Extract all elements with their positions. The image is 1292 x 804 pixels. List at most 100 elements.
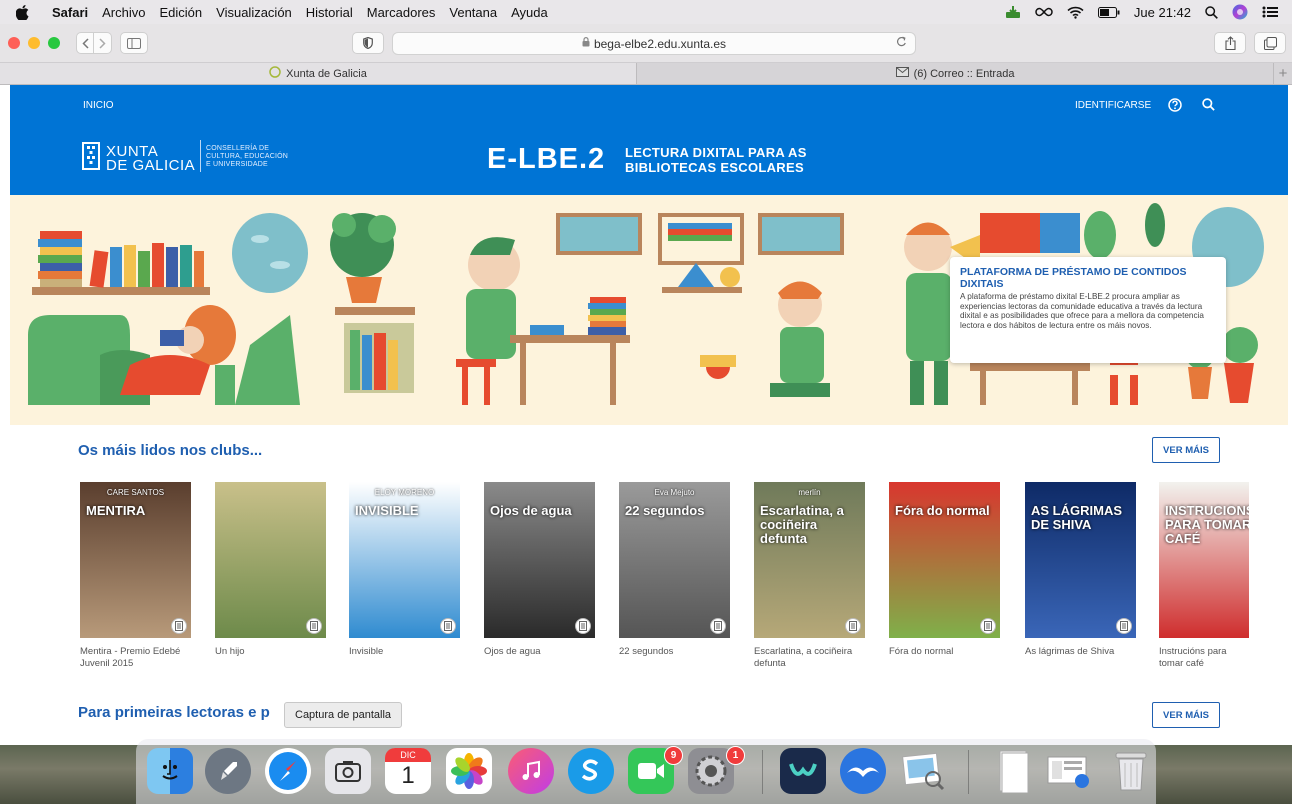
tab-label: (6) Correo :: Entrada — [913, 67, 1015, 80]
spotlight-icon[interactable] — [1205, 5, 1218, 19]
book-card[interactable]: Fóra do normal Fóra do normal — [889, 482, 1000, 658]
launchpad-icon[interactable] — [205, 748, 251, 794]
sidebar-toggle-button[interactable] — [120, 32, 148, 54]
safari-icon[interactable] — [265, 748, 311, 794]
cover-title: AS LÁGRIMAS DE SHIVA — [1031, 503, 1122, 532]
book-cover[interactable] — [215, 482, 326, 638]
url-text: bega-elbe2.edu.xunta.es — [593, 36, 727, 51]
control-center-icon[interactable] — [1262, 6, 1278, 18]
book-card[interactable]: CARE SANTOS MENTIRA Mentira - Premio Edebé… — [80, 482, 191, 670]
cover-title: MENTIRA — [86, 503, 146, 518]
brand-title[interactable]: E-LBE.2 — [487, 143, 605, 176]
zoom-window-button[interactable] — [48, 37, 60, 49]
book-title[interactable]: Fóra do normal — [889, 646, 1000, 658]
share-button[interactable] — [1214, 32, 1246, 54]
loading-tab-icon — [269, 66, 281, 81]
document-stack-icon[interactable] — [990, 748, 1036, 794]
reload-icon[interactable] — [896, 36, 907, 51]
tab-xunta[interactable]: Xunta de Galicia — [0, 63, 637, 84]
book-cover[interactable]: Ojos de agua — [484, 482, 595, 638]
downloads-stack-icon[interactable] — [1046, 748, 1092, 794]
siri-icon[interactable] — [1232, 4, 1248, 20]
hero-info-card[interactable]: PLATAFORMA DE PRÉSTAMO DE CONTIDOS DIXIT… — [950, 257, 1226, 363]
book-cover[interactable]: merlín Escarlatina, a cociñeira defunta — [754, 482, 865, 638]
book-card[interactable]: Ojos de agua Ojos de agua — [484, 482, 595, 658]
menubar: Safari Archivo Edición Visualización His… — [0, 0, 1292, 24]
nav-login-link[interactable]: IDENTIFICARSE — [1075, 100, 1151, 111]
menu-archivo[interactable]: Archivo — [102, 5, 145, 20]
ebook-format-icon — [1116, 618, 1132, 634]
tab-label: Xunta de Galicia — [286, 67, 367, 80]
help-icon[interactable] — [1168, 98, 1182, 117]
tab-correo[interactable]: (6) Correo :: Entrada — [637, 63, 1274, 84]
webex-icon[interactable] — [780, 748, 826, 794]
book-title[interactable]: Mentira - Premio Edebé Juvenil 2015 — [80, 646, 191, 670]
music-icon[interactable] — [508, 748, 554, 794]
photos-icon[interactable] — [446, 748, 492, 794]
trash-icon[interactable] — [1108, 748, 1154, 794]
book-card[interactable]: AS LÁGRIMAS DE SHIVA As lágrimas de Shiva — [1025, 482, 1136, 658]
book-cover[interactable]: Fóra do normal — [889, 482, 1000, 638]
book-title[interactable]: Escarlatina, a cociñeira defunta — [754, 646, 865, 670]
menu-ventana[interactable]: Ventana — [449, 5, 497, 20]
preview-icon[interactable] — [900, 748, 946, 794]
cover-title: 22 segundos — [625, 503, 705, 518]
book-title[interactable]: Instrucións para tomar café — [1159, 646, 1249, 670]
forward-button[interactable] — [94, 32, 112, 54]
browser-toolbar: bega-elbe2.edu.xunta.es — [0, 24, 1292, 63]
screenshot-app-icon[interactable] — [325, 748, 371, 794]
wifi-icon[interactable] — [1067, 6, 1084, 19]
book-title[interactable]: As lágrimas de Shiva — [1025, 646, 1136, 658]
openoffice-icon[interactable] — [840, 748, 886, 794]
brand-tagline: LECTURA DIXITAL PARA AS BIBLIOTECAS ESCO… — [625, 145, 807, 175]
close-window-button[interactable] — [8, 37, 20, 49]
book-title[interactable]: Ojos de agua — [484, 646, 595, 658]
back-button[interactable] — [76, 32, 94, 54]
minimize-window-button[interactable] — [28, 37, 40, 49]
menu-visualizacion[interactable]: Visualización — [216, 5, 292, 20]
new-tab-button[interactable]: + — [1274, 63, 1292, 84]
calendar-icon[interactable]: DIC 1 — [385, 748, 431, 794]
menu-app-name[interactable]: Safari — [52, 5, 88, 20]
book-title[interactable]: 22 segundos — [619, 646, 730, 658]
cover-subtitle: Eva Mejuto — [654, 488, 695, 497]
infinity-app-icon[interactable] — [1035, 7, 1053, 17]
finder-icon[interactable] — [147, 748, 193, 794]
book-title[interactable]: Invisible — [349, 646, 460, 658]
address-bar[interactable]: bega-elbe2.edu.xunta.es — [392, 32, 916, 55]
menubar-clock[interactable]: Jue 21:42 — [1134, 5, 1191, 20]
nav-buttons — [76, 32, 112, 54]
window-controls — [8, 37, 60, 49]
book-title[interactable]: Un hijo — [215, 646, 326, 658]
book-cover[interactable]: Eva Mejuto 22 segundos — [619, 482, 730, 638]
logo-line2: DE GALICIA — [106, 157, 196, 174]
book-cover[interactable]: INSTRUCIONS PARA TOMAR CAFÉ — [1159, 482, 1249, 638]
book-cover[interactable]: CARE SANTOS MENTIRA — [80, 482, 191, 638]
menu-ayuda[interactable]: Ayuda — [511, 5, 548, 20]
see-more-button[interactable]: VER MÁIS — [1152, 437, 1220, 463]
cover-title: Escarlatina, a cociñeira defunta — [760, 503, 844, 546]
cover-title: Fóra do normal — [895, 503, 990, 518]
tab-overview-button[interactable] — [1254, 32, 1286, 54]
skype-icon[interactable] — [568, 748, 614, 794]
nav-home-link[interactable]: INICIO — [83, 100, 114, 111]
book-card[interactable]: INSTRUCIONS PARA TOMAR CAFÉ Instrucións p… — [1159, 482, 1249, 670]
book-card[interactable]: ELOY MORENO INVISIBLE Invisible — [349, 482, 460, 658]
menu-edicion[interactable]: Edición — [160, 5, 203, 20]
search-icon[interactable] — [1202, 98, 1215, 116]
book-card[interactable]: merlín Escarlatina, a cociñeira defunta Es… — [754, 482, 865, 670]
book-cover[interactable]: ELOY MORENO INVISIBLE — [349, 482, 460, 638]
privacy-shield-button[interactable] — [352, 32, 384, 54]
see-more-button[interactable]: VER MÁIS — [1152, 702, 1220, 728]
book-cover[interactable]: AS LÁGRIMAS DE SHIVA — [1025, 482, 1136, 638]
menu-marcadores[interactable]: Marcadores — [367, 5, 436, 20]
apple-icon[interactable] — [16, 4, 30, 20]
section-title-clubs: Os máis lidos nos clubs... — [78, 442, 263, 459]
ebook-format-icon — [710, 618, 726, 634]
menu-historial[interactable]: Historial — [306, 5, 353, 20]
book-card[interactable]: Eva Mejuto 22 segundos 22 segundos — [619, 482, 730, 658]
download-status-icon[interactable] — [1005, 5, 1021, 19]
xunta-logo-text[interactable]: XUNTA DE GALICIA — [106, 144, 196, 174]
book-card[interactable]: Un hijo — [215, 482, 326, 658]
battery-icon[interactable] — [1097, 6, 1120, 18]
